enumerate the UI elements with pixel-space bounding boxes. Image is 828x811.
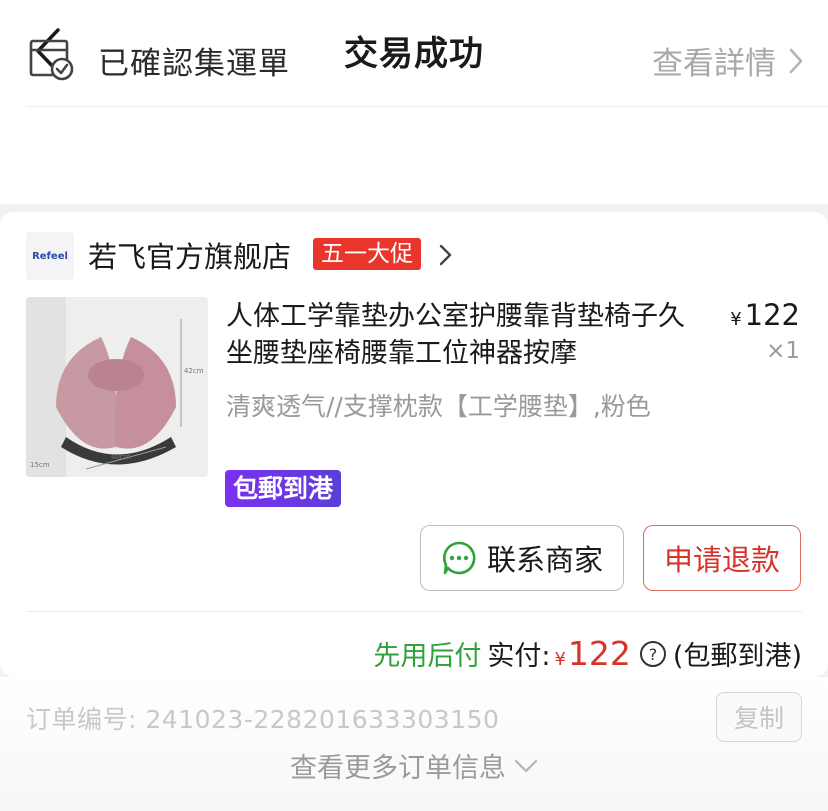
product-title[interactable]: 人体工学靠垫办公室护腰靠背垫椅子久坐腰垫座椅腰靠工位神器按摩	[226, 298, 706, 372]
help-question-icon[interactable]: ?	[639, 640, 667, 668]
confirm-row[interactable]	[0, 96, 828, 204]
pay-later-label[interactable]: 先用后付	[373, 634, 481, 673]
product-price: ¥122	[730, 298, 800, 332]
shop-logo[interactable]: Refeel	[26, 232, 74, 280]
product-quantity: ×1	[766, 338, 800, 364]
svg-text:?: ?	[649, 645, 658, 664]
lumbar-cushion-image: 42cm 40cm 15cm	[26, 297, 208, 477]
view-details-label: 查看詳情	[652, 46, 776, 82]
product-variant: 清爽透气//支撑枕款【工学腰垫】,粉色	[226, 392, 651, 421]
divider	[26, 611, 802, 612]
payment-summary: 先用后付 实付: ¥ 122 ? (包郵到港)	[373, 634, 802, 673]
more-order-info-toggle[interactable]: 查看更多订单信息	[0, 746, 828, 785]
order-number: 订单编号: 241023-228201633303150	[26, 700, 499, 736]
request-refund-button[interactable]: 申请退款	[643, 525, 801, 591]
copy-order-number-button[interactable]: 复制	[716, 692, 802, 742]
contact-seller-label: 联系商家	[486, 543, 603, 577]
shop-logo-text: Refeel	[32, 250, 68, 262]
chevron-down-icon	[514, 759, 538, 772]
chat-bubble-icon	[442, 541, 476, 575]
price-value: 122	[744, 298, 800, 332]
contact-seller-button[interactable]: 联系商家	[420, 525, 624, 591]
dimension-height-label: 42cm	[184, 367, 204, 375]
order-info-section	[0, 677, 828, 811]
confirm-status-text: 已確認集運單	[98, 46, 290, 82]
order-number-value: 241023-228201633303150	[145, 705, 500, 734]
paid-note: (包郵到港)	[672, 641, 802, 672]
product-image[interactable]: 42cm 40cm 15cm	[26, 297, 208, 477]
paid-amount: 122	[567, 634, 631, 673]
divider	[26, 106, 828, 107]
free-shipping-badge: 包郵到港	[225, 470, 342, 507]
promo-badge: 五一大促	[313, 238, 421, 270]
more-order-info-label: 查看更多订单信息	[290, 753, 506, 784]
shop-name[interactable]: 若飞官方旗舰店	[88, 234, 291, 276]
price-currency: ¥	[730, 309, 742, 330]
paid-label: 实付:	[487, 641, 551, 672]
dimension-depth-label: 15cm	[30, 461, 50, 469]
shop-chevron-right-icon[interactable]	[438, 244, 454, 266]
chevron-right-icon	[789, 48, 803, 73]
view-details-link[interactable]: 查看詳情	[652, 38, 804, 83]
dimension-width-label: 40cm	[111, 453, 131, 461]
receipt-check-icon	[29, 39, 74, 81]
paid-currency: ¥	[554, 649, 566, 670]
order-number-label: 订单编号:	[26, 705, 137, 734]
request-refund-label: 申请退款	[663, 543, 780, 577]
